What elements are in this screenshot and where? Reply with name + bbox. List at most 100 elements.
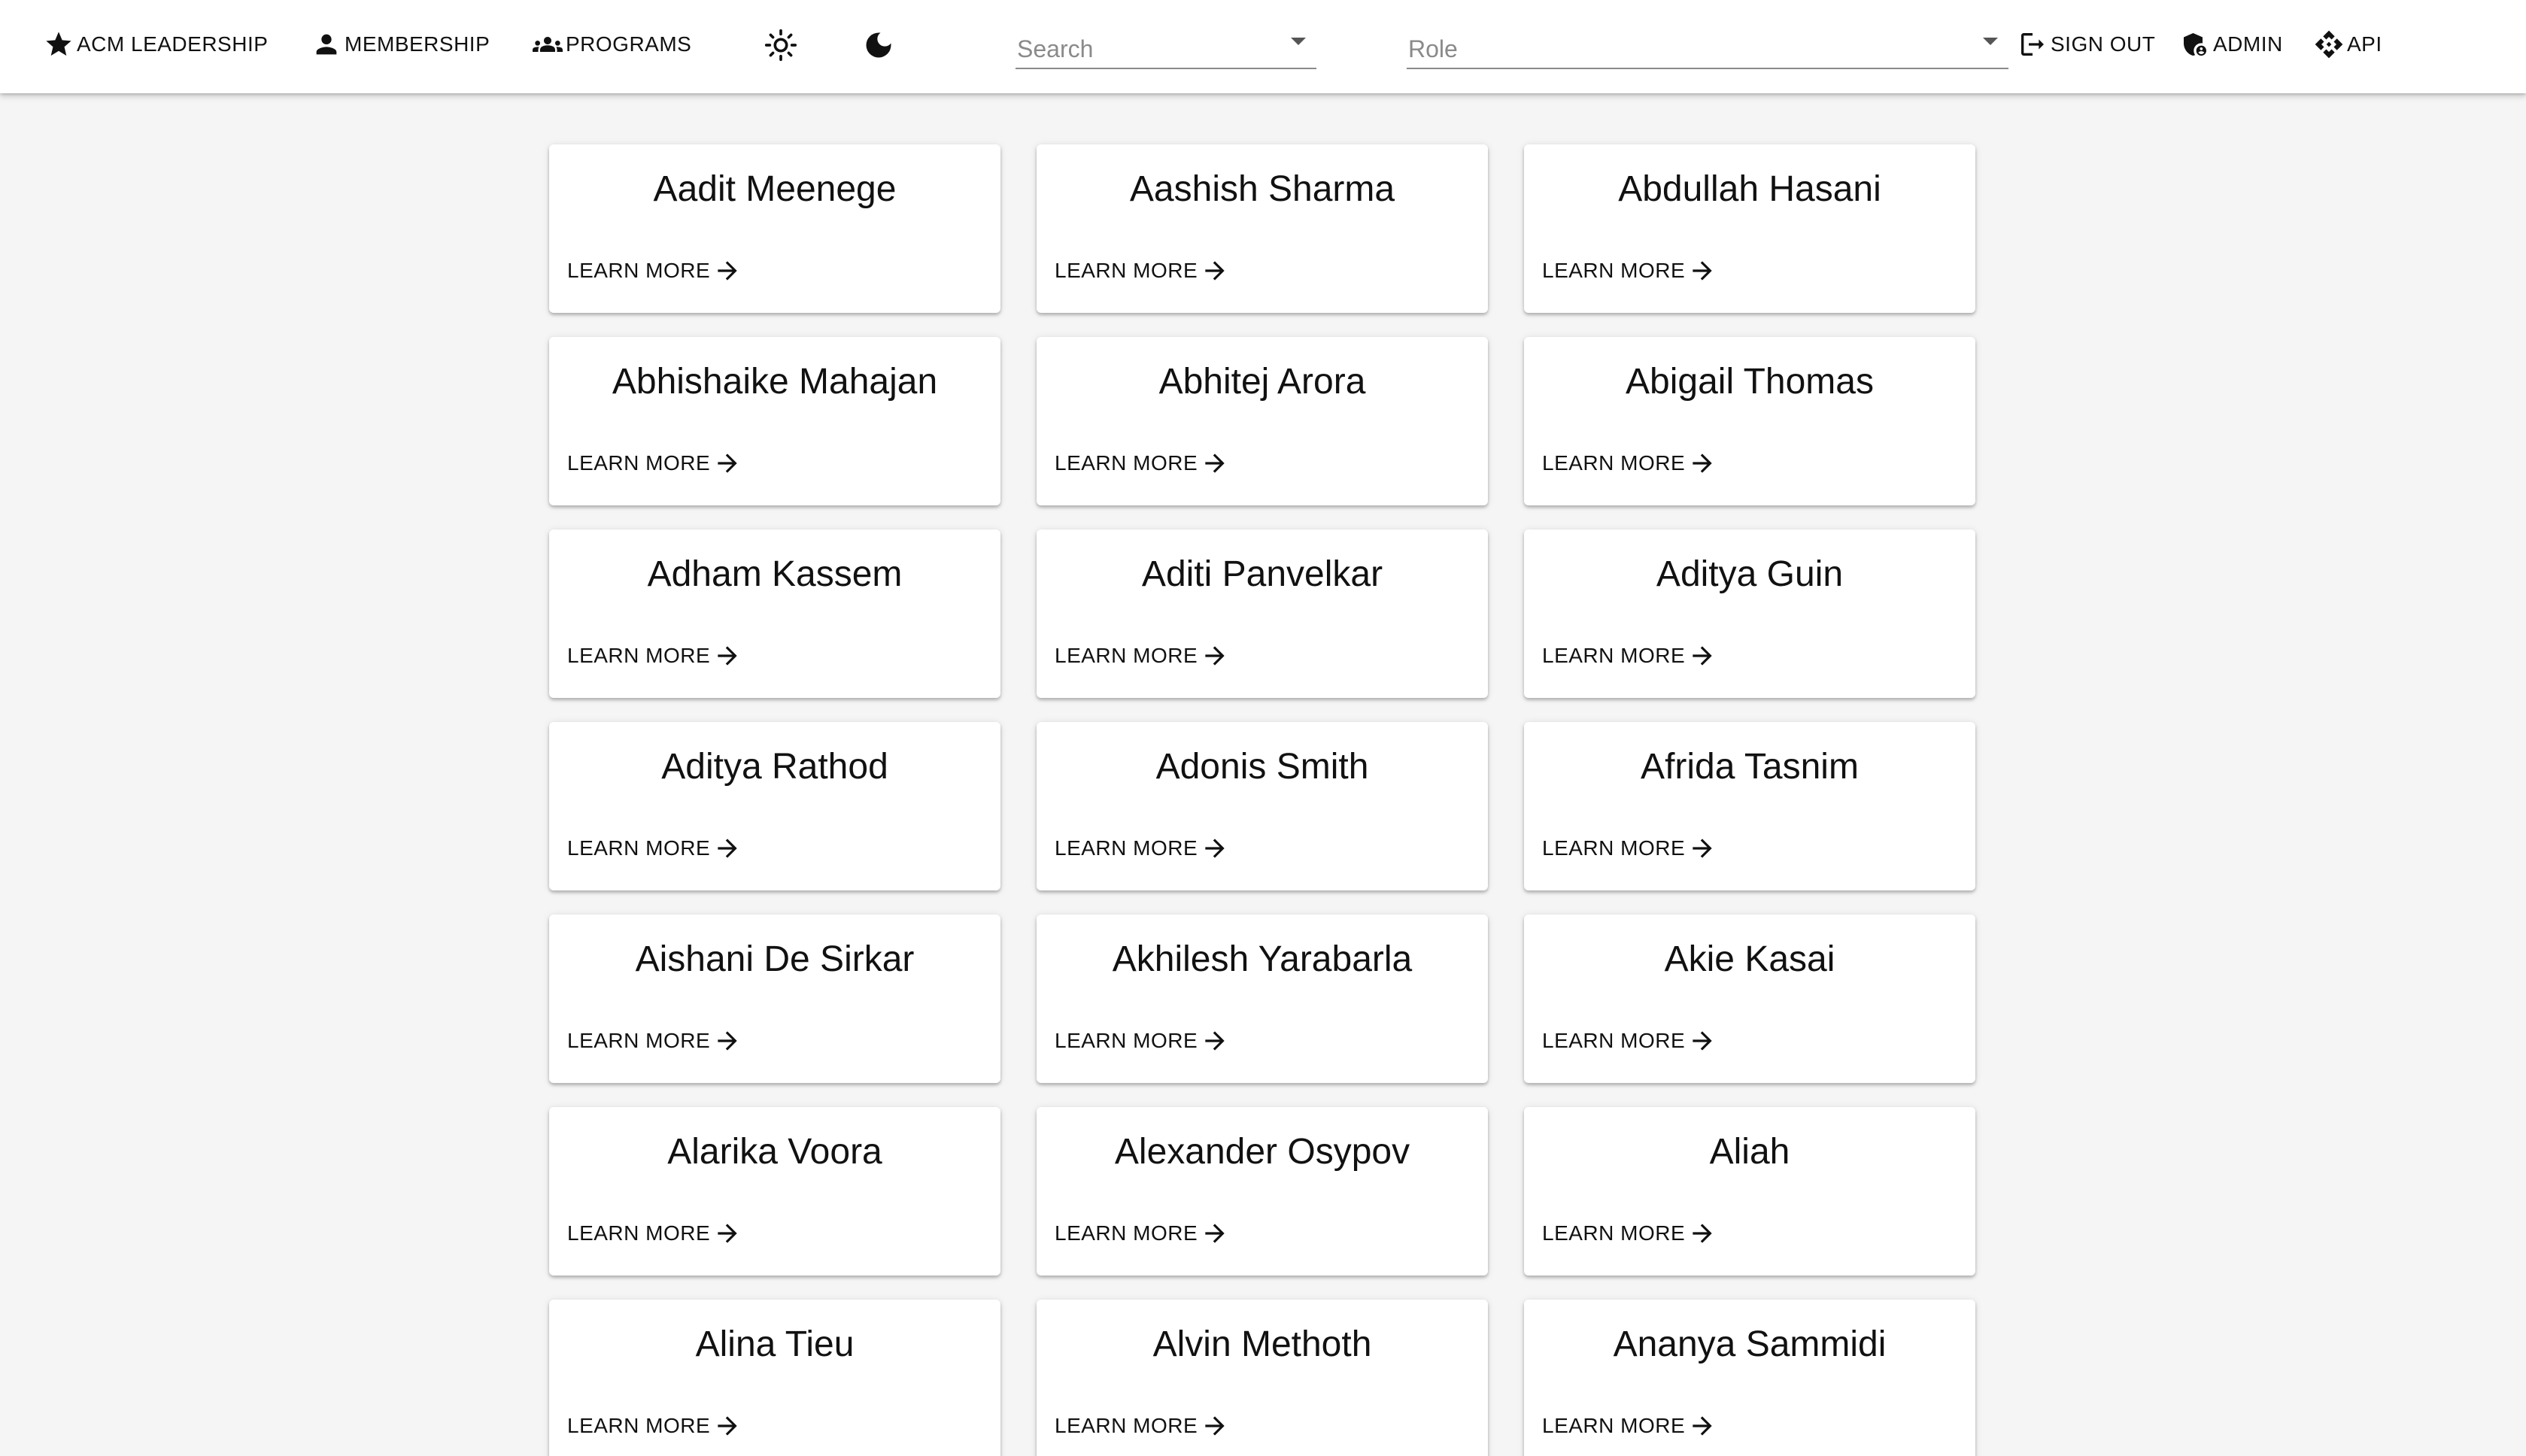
learn-more-button[interactable]: LEARN MORE xyxy=(1055,254,1229,287)
api-label: API xyxy=(2347,32,2382,56)
learn-more-label: LEARN MORE xyxy=(1542,259,1686,282)
learn-more-button[interactable]: LEARN MORE xyxy=(1542,1024,1717,1057)
learn-more-button[interactable]: LEARN MORE xyxy=(567,254,742,287)
person-card: Adham Kassem LEARN MORE xyxy=(549,529,1000,698)
person-card: Ananya Sammidi LEARN MORE xyxy=(1524,1300,1975,1456)
learn-more-label: LEARN MORE xyxy=(1055,451,1198,475)
arrow-forward-icon xyxy=(718,1224,737,1243)
person-name: Akhilesh Yarabarla xyxy=(1112,939,1413,979)
person-name: Ananya Sammidi xyxy=(1613,1324,1887,1364)
learn-more-label: LEARN MORE xyxy=(1055,644,1198,667)
learn-more-button[interactable]: LEARN MORE xyxy=(1055,447,1229,480)
learn-more-button[interactable]: LEARN MORE xyxy=(567,1409,742,1442)
learn-more-button[interactable]: LEARN MORE xyxy=(567,1217,742,1250)
person-card: Abigail Thomas LEARN MORE xyxy=(1524,337,1975,505)
person-card: Akhilesh Yarabarla LEARN MORE xyxy=(1037,915,1488,1083)
role-select[interactable]: Role xyxy=(1407,27,2008,69)
membership-button[interactable]: MEMBERSHIP xyxy=(311,26,490,63)
learn-more-button[interactable]: LEARN MORE xyxy=(1542,832,1717,865)
people-grid: Aadit Meenege LEARN MORE Aashish Sharma LE… xyxy=(549,144,1975,1456)
learn-more-button[interactable]: LEARN MORE xyxy=(1542,447,1717,480)
arrow-forward-icon xyxy=(1693,1224,1712,1243)
learn-more-label: LEARN MORE xyxy=(1055,1414,1198,1437)
learn-more-button[interactable]: LEARN MORE xyxy=(1055,1217,1229,1250)
groups-icon xyxy=(533,37,563,52)
arrow-forward-icon xyxy=(1693,261,1712,281)
api-icon xyxy=(2315,30,2343,59)
person-icon xyxy=(316,34,337,55)
arrow-forward-icon xyxy=(1693,1031,1712,1051)
dark-mode-button[interactable] xyxy=(859,26,898,65)
arrow-forward-icon xyxy=(1205,1031,1225,1051)
programs-label: PROGRAMS xyxy=(566,32,692,56)
star-icon xyxy=(46,32,71,56)
sun-icon xyxy=(764,29,797,62)
person-card: Abhishaike Mahajan LEARN MORE xyxy=(549,337,1000,505)
learn-more-label: LEARN MORE xyxy=(1542,1029,1686,1052)
api-button[interactable]: API xyxy=(2314,26,2382,63)
learn-more-label: LEARN MORE xyxy=(1542,1414,1686,1437)
role-dropdown-icon[interactable] xyxy=(1983,38,1998,45)
person-card: Aliah LEARN MORE xyxy=(1524,1107,1975,1276)
person-name: Aditi Panvelkar xyxy=(1141,554,1383,594)
person-name: Aishani De Sirkar xyxy=(635,939,915,979)
arrow-forward-icon xyxy=(1693,646,1712,666)
learn-more-button[interactable]: LEARN MORE xyxy=(1542,1409,1717,1442)
learn-more-button[interactable]: LEARN MORE xyxy=(1055,639,1229,672)
person-name: Abhishaike Mahajan xyxy=(612,362,938,402)
search-placeholder: Search xyxy=(1017,35,1094,62)
learn-more-button[interactable]: LEARN MORE xyxy=(567,832,742,865)
learn-more-button[interactable]: LEARN MORE xyxy=(567,447,742,480)
person-name: Alvin Methoth xyxy=(1152,1324,1372,1364)
acm-leadership-button[interactable]: ACM LEADERSHIP xyxy=(44,26,268,63)
person-card: Alina Tieu LEARN MORE xyxy=(549,1300,1000,1456)
person-name: Afrida Tasnim xyxy=(1641,747,1859,787)
person-name: Alexander Osypov xyxy=(1114,1132,1410,1172)
learn-more-label: LEARN MORE xyxy=(567,1029,711,1052)
person-card: Alexander Osypov LEARN MORE xyxy=(1037,1107,1488,1276)
learn-more-button[interactable]: LEARN MORE xyxy=(567,1024,742,1057)
learn-more-label: LEARN MORE xyxy=(1542,836,1686,860)
learn-more-button[interactable]: LEARN MORE xyxy=(1542,1217,1717,1250)
arrow-forward-icon xyxy=(1205,839,1225,858)
sign-out-label: SIGN OUT xyxy=(2051,32,2156,56)
acm-leadership-label: ACM LEADERSHIP xyxy=(77,32,269,56)
search-dropdown-icon[interactable] xyxy=(1291,38,1306,45)
arrow-forward-icon xyxy=(1205,453,1225,473)
arrow-forward-icon xyxy=(1205,261,1225,281)
learn-more-button[interactable]: LEARN MORE xyxy=(1542,254,1717,287)
learn-more-button[interactable]: LEARN MORE xyxy=(1055,1409,1229,1442)
learn-more-button[interactable]: LEARN MORE xyxy=(567,639,742,672)
learn-more-label: LEARN MORE xyxy=(1542,1221,1686,1245)
learn-more-button[interactable]: LEARN MORE xyxy=(1542,639,1717,672)
person-card: Afrida Tasnim LEARN MORE xyxy=(1524,722,1975,890)
learn-more-button[interactable]: LEARN MORE xyxy=(1055,832,1229,865)
search-input[interactable]: Search xyxy=(1016,27,1316,69)
learn-more-label: LEARN MORE xyxy=(567,451,711,475)
light-mode-button[interactable] xyxy=(761,26,800,65)
admin-button[interactable]: ADMIN xyxy=(2180,26,2283,63)
arrow-forward-icon xyxy=(718,646,737,666)
person-card: Aishani De Sirkar LEARN MORE xyxy=(549,915,1000,1083)
sign-out-button[interactable]: SIGN OUT xyxy=(2017,26,2155,63)
learn-more-label: LEARN MORE xyxy=(1055,836,1198,860)
person-name: Aditya Guin xyxy=(1656,554,1844,594)
person-name: Abdullah Hasani xyxy=(1618,169,1881,209)
person-name: Aashish Sharma xyxy=(1129,169,1395,209)
person-name: Aliah xyxy=(1709,1132,1790,1172)
learn-more-label: LEARN MORE xyxy=(567,836,711,860)
arrow-forward-icon xyxy=(718,261,737,281)
person-name: Abhitej Arora xyxy=(1158,362,1366,402)
app-bar: ACM LEADERSHIP MEMBERSHIP PROGRAMS Searc… xyxy=(0,0,2526,93)
person-card: Akie Kasai LEARN MORE xyxy=(1524,915,1975,1083)
logout-icon xyxy=(2021,33,2044,56)
learn-more-label: LEARN MORE xyxy=(1055,259,1198,282)
arrow-forward-icon xyxy=(718,453,737,473)
learn-more-label: LEARN MORE xyxy=(567,1221,711,1245)
person-card: Abdullah Hasani LEARN MORE xyxy=(1524,144,1975,313)
learn-more-button[interactable]: LEARN MORE xyxy=(1055,1024,1229,1057)
role-placeholder: Role xyxy=(1408,35,1458,62)
person-card: Alvin Methoth LEARN MORE xyxy=(1037,1300,1488,1456)
programs-button[interactable]: PROGRAMS xyxy=(533,26,691,63)
arrow-forward-icon xyxy=(1693,453,1712,473)
